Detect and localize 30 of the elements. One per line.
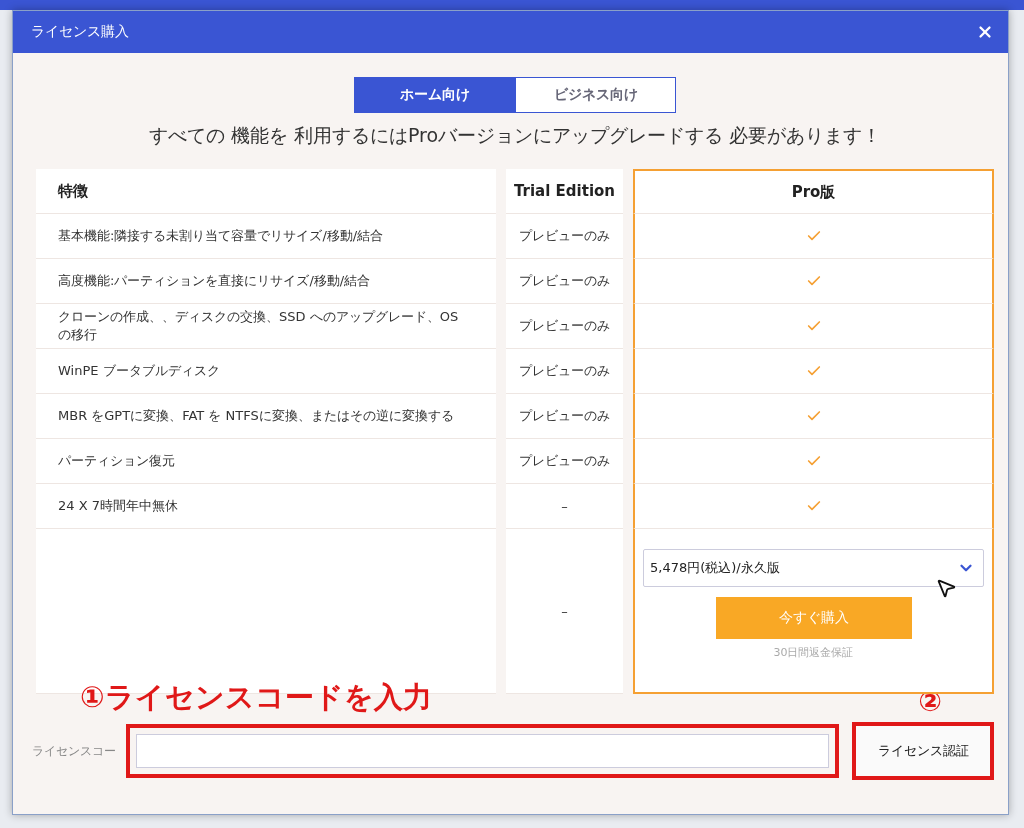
table-cell: パーティション復元	[36, 439, 496, 484]
column-header: 特徴	[36, 169, 496, 214]
tab[interactable]: ビジネス向け	[515, 77, 676, 113]
table-cell: プレビューのみ	[506, 259, 623, 304]
activate-button[interactable]: ライセンス認証	[852, 722, 994, 780]
table-cell: MBR をGPTに変換、FAT を NTFSに変換、またはその逆に変換する	[36, 394, 496, 439]
close-button[interactable]	[976, 23, 994, 41]
table-cell: プレビューのみ	[506, 304, 623, 349]
table-cell: プレビューのみ	[506, 439, 623, 484]
table-cell: プレビューのみ	[506, 349, 623, 394]
table-cell: プレビューのみ	[506, 214, 623, 259]
headline: すべての 機能を 利用するにはProバージョンにアップグレードする 必要があります！	[148, 123, 882, 148]
field-label: ライセンスコー	[32, 742, 117, 760]
mouse-pointer-icon	[935, 577, 957, 599]
table-cell: クローンの作成、、ディスクの交換、SSD へのアップグレード、OS の移行	[36, 304, 496, 349]
window-title: ライセンス購入	[31, 23, 129, 41]
tab[interactable]: ホーム向け	[354, 77, 515, 113]
table-cell: WinPE ブータブルディスク	[36, 349, 496, 394]
input-field[interactable]	[126, 724, 839, 778]
table-cell: 24 X 7時間年中無休	[36, 484, 496, 529]
guarantee-note: 30日間返金保証	[773, 645, 854, 660]
table-cell: –	[506, 529, 623, 694]
column-header: Trial Edition	[506, 169, 623, 214]
price-dropdown[interactable]: 5,478円(税込)/永久版	[643, 549, 984, 587]
table-cell: 高度機能:パーティションを直接にリサイズ/移動/結合	[36, 259, 496, 304]
table-cell: プレビューのみ	[506, 394, 623, 439]
table-cell: –	[506, 484, 623, 529]
column-header: Pro版	[633, 169, 994, 214]
table-cell: 基本機能:隣接する未割り当て容量でリサイズ/移動/結合	[36, 214, 496, 259]
annotation-text: ①ライセンスコードを入力	[80, 679, 432, 716]
